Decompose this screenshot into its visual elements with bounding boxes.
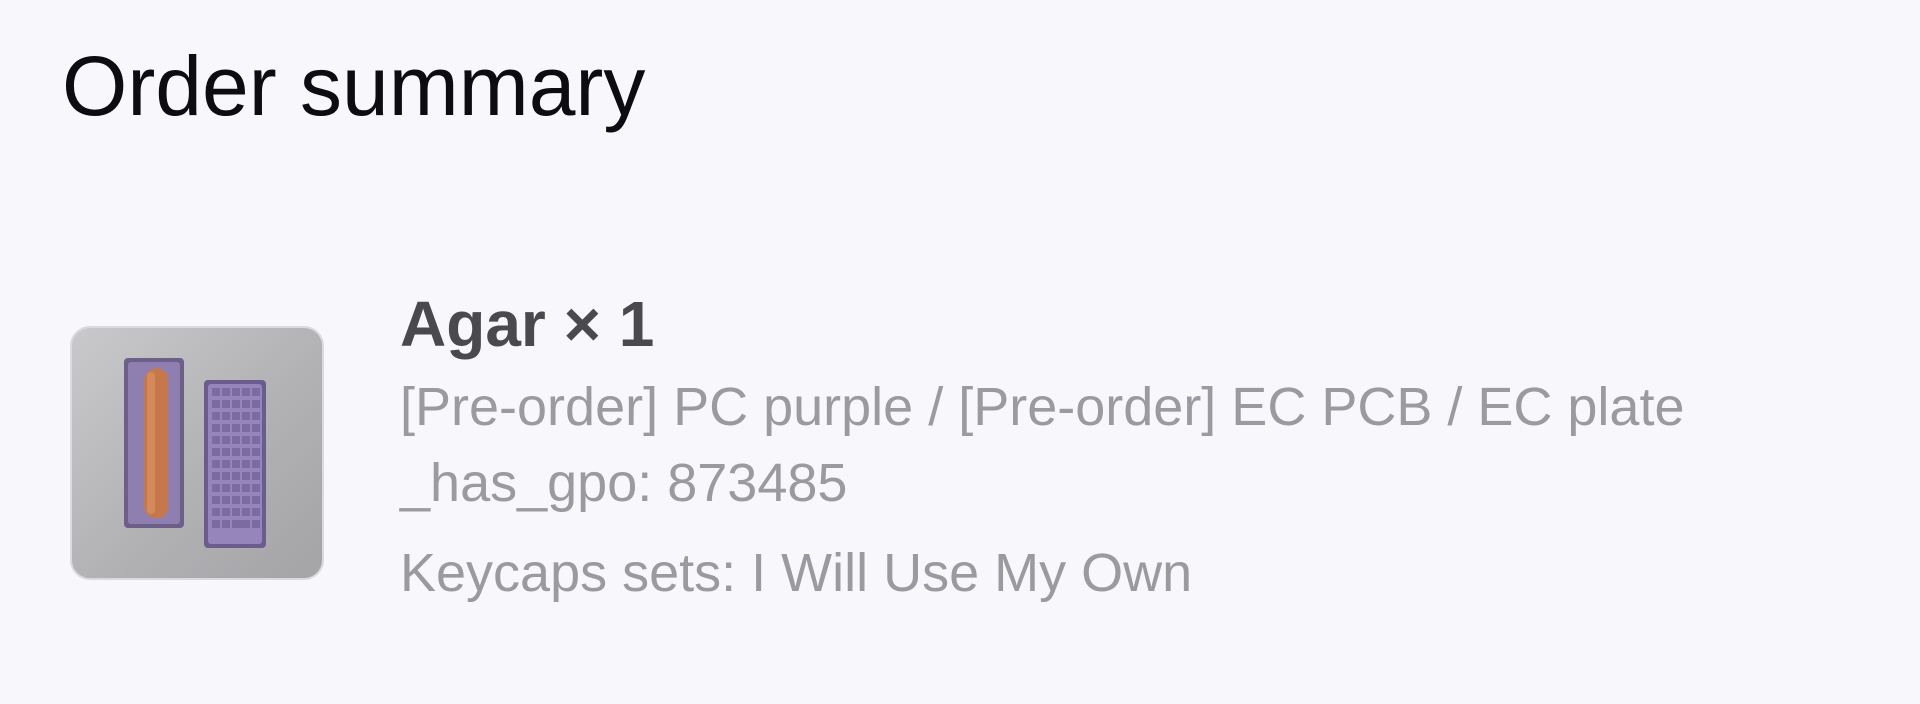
product-thumbnail: [70, 326, 324, 580]
line-item: Agar × 1 [Pre-order] PC purple / [Pre-or…: [70, 280, 1684, 600]
order-summary-heading: Order summary: [62, 39, 646, 133]
line-item-variant: [Pre-order] PC purple / [Pre-order] EC P…: [400, 377, 1685, 437]
keyboard-product-image-icon: [124, 358, 266, 548]
line-item-property: Keycaps sets: I Will Use My Own: [400, 543, 1193, 603]
line-item-title: Agar × 1: [400, 288, 655, 360]
line-item-gpo: _has_gpo: 873485: [400, 453, 848, 513]
line-item-details: Agar × 1 [Pre-order] PC purple / [Pre-or…: [400, 280, 1684, 600]
order-summary-panel: Order summary Agar × 1 [Pre-order] PC pu…: [0, 0, 1920, 704]
